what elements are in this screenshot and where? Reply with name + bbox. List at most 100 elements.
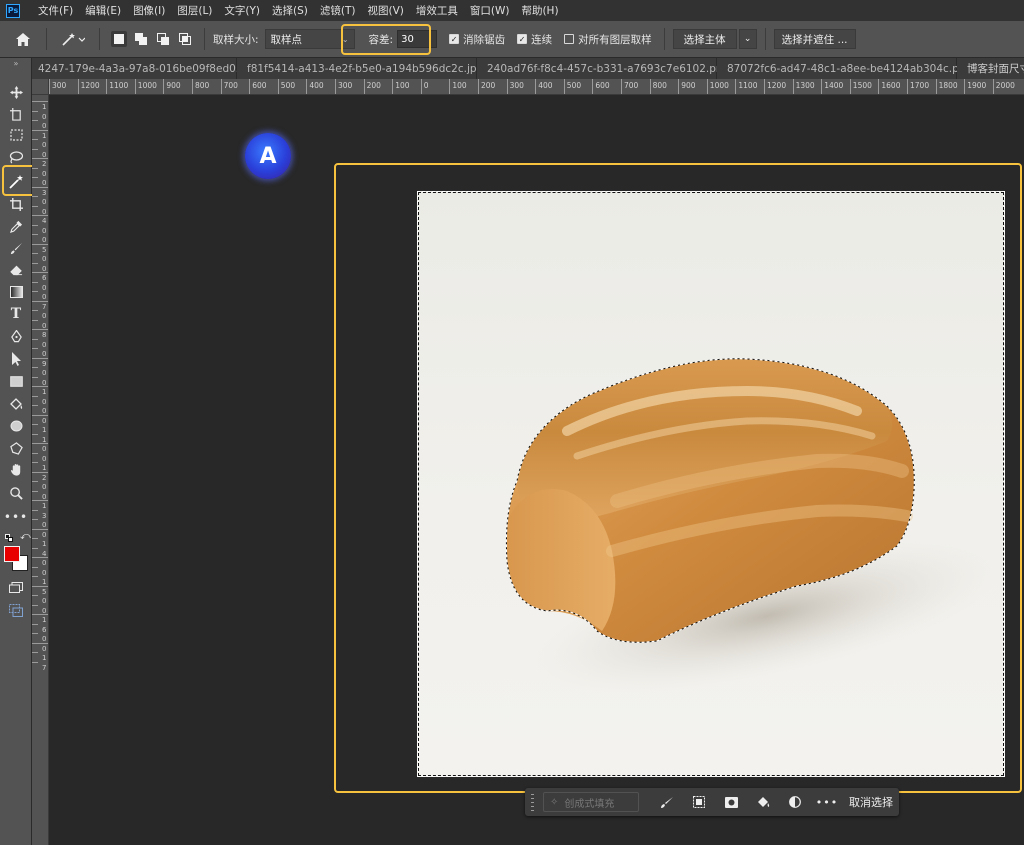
menu-item[interactable]: 增效工具 [410, 3, 464, 18]
deselect-button[interactable]: 取消选择 [849, 794, 893, 810]
ruler-tick: 6 [32, 623, 46, 634]
ruler-tick-label: 5 [42, 245, 47, 254]
select-and-mask-button[interactable]: 选择并遮住 ... [773, 29, 856, 49]
vertical-ruler[interactable]: 1001002003004005006007008009001000110012… [32, 95, 49, 845]
tab-document-2[interactable]: f81f5414-a413-4e2f-b5e0-a194b596dc2c.jpg… [237, 58, 500, 79]
magic-wand-tool-icon[interactable] [0, 170, 32, 194]
contiguous-checkbox-group[interactable]: ✓ 连续 [517, 32, 552, 47]
contiguous-checkbox[interactable]: ✓ [517, 34, 528, 44]
ruler-tick: 1400 [821, 79, 843, 94]
lasso-tool-icon[interactable] [0, 147, 32, 167]
ruler-tick: 1100 [735, 79, 757, 94]
new-selection-button[interactable] [111, 31, 127, 47]
path-selection-tool-icon[interactable] [0, 349, 32, 369]
menu-item[interactable]: 帮助(H) [515, 3, 564, 18]
ruler-tick: 900 [678, 79, 696, 94]
menu-item[interactable]: 图像(I) [127, 3, 171, 18]
brush-tool-icon[interactable] [0, 238, 32, 258]
photoshop-logo-icon: Ps [6, 3, 20, 18]
artboard-tool-icon[interactable] [0, 104, 32, 124]
ruler-tick: 0 [32, 452, 46, 463]
separator [204, 28, 205, 50]
select-subject-button[interactable]: 选择主体 [672, 29, 737, 49]
sample-size-dropdown[interactable]: 取样点 ⌄ [264, 29, 355, 49]
rectangle-tool-icon[interactable] [0, 371, 32, 391]
ruler-tick-label: 1 [42, 388, 47, 396]
ruler-tick: 1 [32, 500, 48, 510]
panel-collapse-icon[interactable]: » [0, 58, 32, 68]
tab-document-3[interactable]: 240ad76f-f8c4-457c-b331-a7693c7e6102.png… [477, 58, 746, 79]
anti-alias-checkbox-group[interactable]: ✓ 消除锯齿 [449, 32, 505, 47]
hand-tool-icon[interactable] [0, 460, 32, 480]
gradient-tool-icon[interactable] [0, 282, 32, 302]
document-image[interactable] [417, 191, 1005, 777]
ruler-tick-label: 2000 [995, 81, 1015, 90]
sample-all-layers-checkbox-group[interactable]: 对所有图层取样 [564, 32, 652, 47]
fill-selection-icon[interactable] [747, 792, 779, 812]
paint-bucket-tool-icon[interactable] [0, 394, 32, 414]
separator [99, 28, 100, 50]
tab-label: 博客封面尺寸 [967, 63, 1024, 75]
ruler-tick-label: 1100 [738, 81, 758, 90]
ruler-tick-label: 0 [42, 454, 47, 463]
menu-item[interactable]: 文件(F) [32, 3, 79, 18]
ellipse-tool-icon[interactable] [0, 416, 32, 436]
tolerance-input[interactable]: 30 [397, 30, 438, 48]
screen-mode-icon[interactable] [0, 600, 32, 620]
eraser-tool-icon[interactable] [0, 260, 32, 280]
quick-mask-icon[interactable] [0, 577, 32, 597]
separator [46, 28, 47, 50]
pen-tool-icon[interactable] [0, 327, 32, 347]
add-to-selection-button[interactable] [133, 31, 149, 47]
generative-fill-button[interactable]: ✧ 创成式填充 [543, 792, 639, 812]
ruler-tick-label: 1 [42, 426, 47, 434]
swap-colors-icon[interactable]: ⤺ [20, 531, 31, 542]
menu-item[interactable]: 选择(S) [266, 3, 314, 18]
sample-all-layers-checkbox[interactable] [564, 34, 575, 44]
ruler-tick: 3 [32, 509, 46, 520]
subtract-from-selection-button[interactable] [155, 31, 171, 47]
tab-label: 87072fc6-ad47-48c1-a8ee-be4124ab304c.png [727, 62, 973, 75]
horizontal-ruler[interactable]: 300 1200 1100 1000 900 800 700 600 500 400 300 200 1… [49, 79, 1024, 95]
separator [764, 28, 766, 50]
menu-item[interactable]: 文字(Y) [218, 3, 266, 18]
select-subject-dropdown-button[interactable]: ⌄ [738, 29, 757, 49]
ruler-tick: 0 [32, 205, 46, 216]
drag-handle-icon[interactable] [527, 792, 537, 812]
anti-alias-checkbox[interactable]: ✓ [449, 34, 460, 44]
foreground-color-swatch[interactable] [4, 546, 20, 562]
ruler-tick: 1 [32, 101, 48, 111]
adjustment-layer-icon[interactable] [779, 792, 811, 812]
tab-document-5[interactable]: 博客封面尺寸 [957, 58, 1024, 79]
rectangular-marquee-tool-icon[interactable] [0, 125, 32, 145]
ruler-tick-label: 0 [423, 81, 429, 90]
modify-selection-brush-icon[interactable] [651, 792, 683, 812]
menu-item[interactable]: 滤镜(T) [314, 3, 362, 18]
magic-wand-preset-icon[interactable] [55, 32, 91, 46]
invert-selection-icon[interactable] [683, 792, 715, 812]
more-tools-icon[interactable]: ••• [0, 507, 32, 527]
crop-tool-icon[interactable] [0, 194, 32, 214]
eyedropper-tool-icon[interactable] [0, 216, 32, 236]
zoom-tool-icon[interactable] [0, 483, 32, 503]
default-colors-icon[interactable] [5, 534, 13, 542]
ruler-tick: 900 [163, 79, 181, 94]
ruler-tick: 2 [32, 471, 48, 482]
ruler-origin[interactable] [32, 79, 49, 95]
ruler-tick: 300 [49, 79, 66, 94]
ruler-tick: 1 [32, 538, 46, 548]
move-tool-icon[interactable] [0, 82, 32, 102]
home-icon[interactable] [0, 32, 46, 46]
mask-icon[interactable] [715, 792, 747, 812]
menu-item[interactable]: 图层(L) [171, 3, 218, 18]
intersect-selection-button[interactable] [177, 31, 193, 47]
custom-shape-tool-icon[interactable] [0, 438, 32, 458]
tab-document-4[interactable]: 87072fc6-ad47-48c1-a8ee-be4124ab304c.png… [717, 58, 989, 79]
ruler-tick-label: 500 [566, 81, 582, 90]
menu-item[interactable]: 编辑(E) [79, 3, 127, 18]
menu-item[interactable]: 窗口(W) [464, 3, 516, 18]
more-options-icon[interactable]: ••• [811, 792, 843, 812]
tab-document-1[interactable]: 4247-179e-4a3a-97a8-016be09f8ed0.jpg× [32, 58, 272, 79]
type-tool-icon[interactable]: T [0, 304, 32, 324]
menu-item[interactable]: 视图(V) [361, 3, 409, 18]
